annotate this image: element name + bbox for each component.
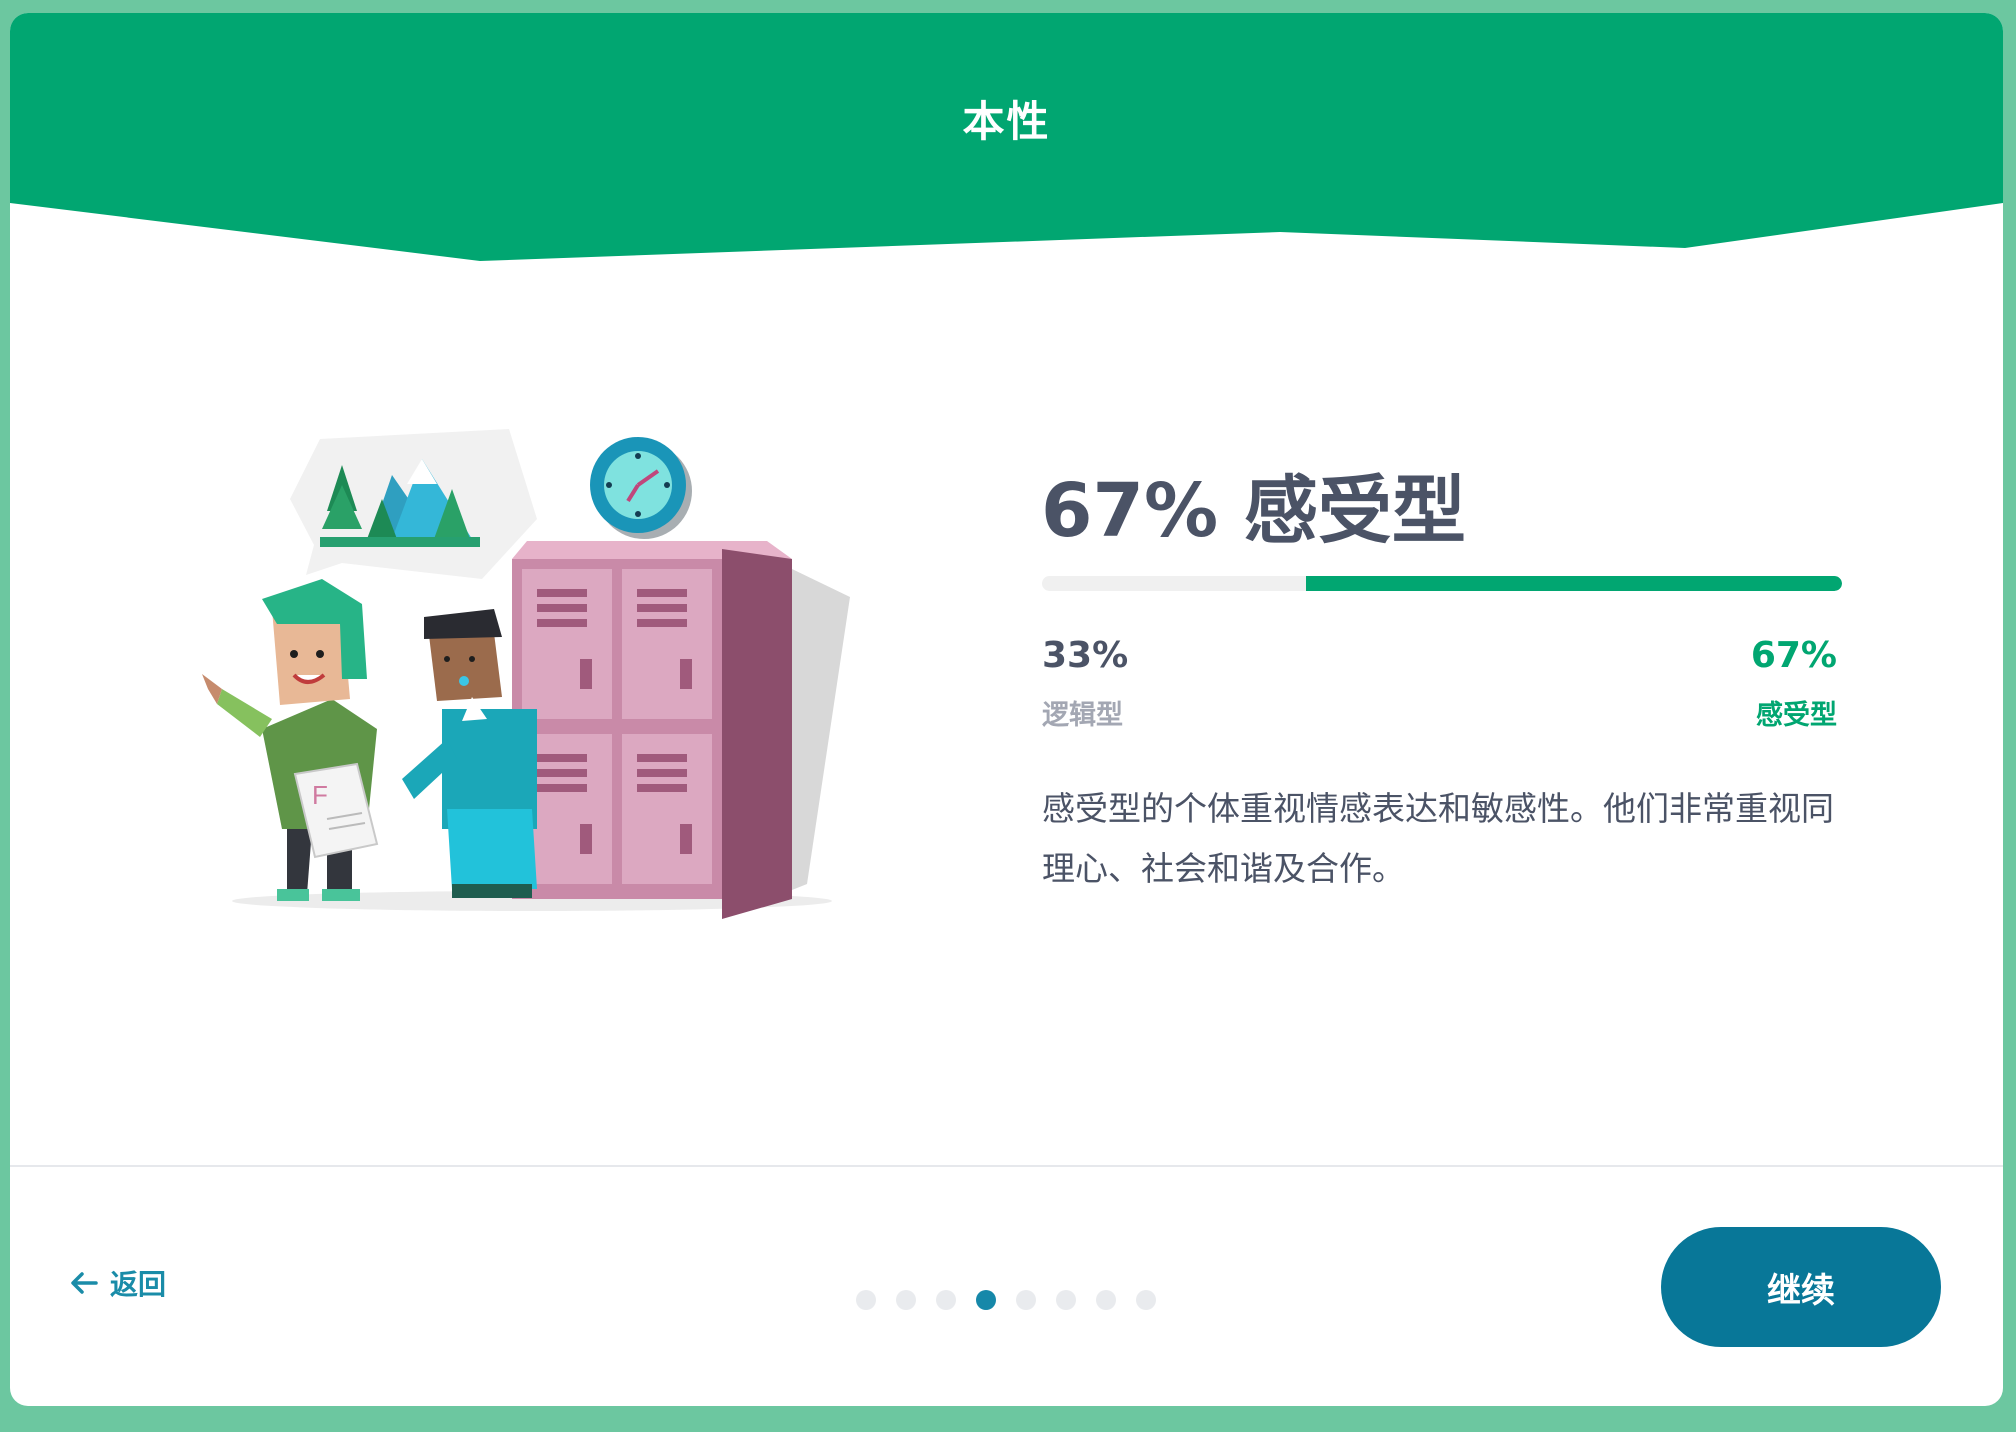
continue-button[interactable]: 继续 [1661,1227,1941,1347]
pagination-dot [1096,1290,1116,1310]
left-trait-percent: 33% [1042,635,1129,676]
result-heading: 67% 感受型 [1041,468,1466,554]
trait-progress-bar [1042,576,1842,591]
pagination-dot [856,1290,876,1310]
pagination-dot [936,1290,956,1310]
pagination-dot [976,1290,996,1310]
footer-divider [10,1165,2003,1167]
pagination-dot [896,1290,916,1310]
girl-character-icon: F [202,579,379,901]
back-button[interactable]: 返回 [68,1263,166,1303]
clock-icon [590,437,692,539]
trait-progress-fill [1306,576,1842,591]
svg-text:F: F [312,780,328,810]
arrow-left-icon [71,1272,98,1294]
pagination-dot [1056,1290,1076,1310]
personality-result-card: 本性 F 67% 感受型 33% 67% 逻辑型 感受型 感受型的个体重视情感表… [10,13,2003,1406]
right-trait-percent: 67% [1750,635,1837,676]
right-trait-label: 感受型 [1756,700,1837,731]
left-trait-label: 逻辑型 [1042,700,1123,731]
thought-bubble-icon [290,429,537,579]
pagination-dot [1016,1290,1036,1310]
pagination-dots [856,1290,1156,1310]
back-button-label: 返回 [110,1268,167,1301]
lockers-icon [512,541,850,919]
page-title: 本性 [962,97,1051,146]
pagination-dot [1136,1290,1156,1310]
illustration: F [202,429,850,919]
trait-description: 感受型的个体重视情感表达和敏感性。他们非常重视同理心、社会和谐及合作。 [1042,789,1834,888]
